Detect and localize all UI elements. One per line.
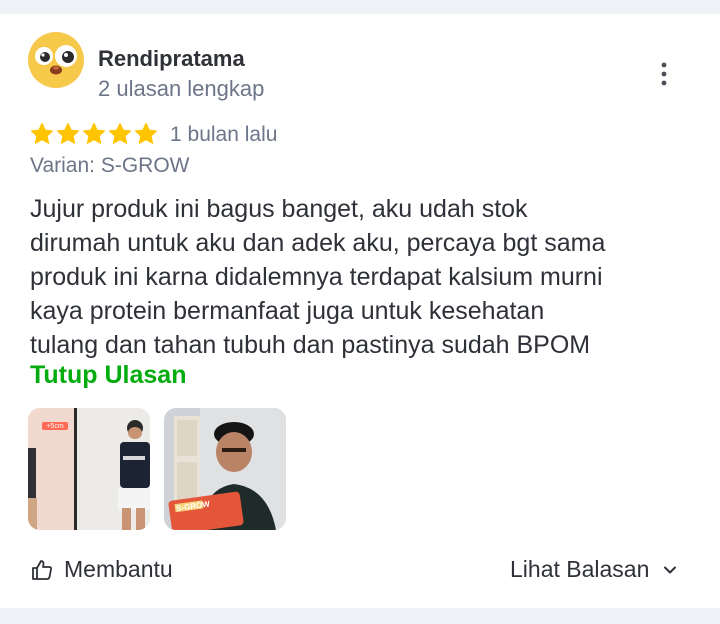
review-text-line: Jujur produk ini bagus banget, aku udah … [30,195,528,223]
review-time: 1 bulan lalu [170,123,278,146]
view-replies-button[interactable]: Lihat Balasan [510,556,679,583]
review-text-line: tulang dan tahan tubuh dan pastinya suda… [30,331,591,359]
star-icon [57,123,79,144]
star-icon [83,123,105,144]
top-separator [0,0,720,14]
review-text: Jujur produk ini bagus banget, aku udah … [30,192,710,362]
product-variant: Varian: S-GROW [30,154,190,177]
review-text-line: dirumah untuk aku dan adek aku, percaya … [30,229,606,257]
photo-caption: +5cm [46,423,63,430]
reviewer-review-count: 2 ulasan lengkap [98,76,265,101]
review-text-line: produk ini karna didalemnya terdapat kal… [30,263,603,291]
helpful-button[interactable]: Membantu [30,556,173,583]
review-photo-image: +5cm [28,408,150,530]
reviewer-name[interactable]: Rendipratama [98,46,245,72]
rating-stars [30,122,160,146]
thumbs-up-icon [32,559,52,580]
review-photo-1[interactable]: +5cm [28,408,150,530]
view-replies-label: Lihat Balasan [510,556,650,582]
star-icon [109,123,131,144]
avatar-face-icon [28,32,84,88]
helpful-label: Membantu [64,556,173,582]
review-text-line: kaya protein bermanfaat juga untuk keseh… [30,297,545,325]
review-photo-image: S-GROW [164,408,286,530]
more-options-button[interactable] [648,58,680,90]
more-vertical-icon [661,62,667,86]
bottom-separator [0,608,720,624]
star-icon [31,123,53,144]
chevron-down-icon [664,566,677,573]
avatar[interactable] [28,32,84,88]
star-icon [135,123,157,144]
review-photo-2[interactable]: S-GROW [164,408,286,530]
collapse-review-link[interactable]: Tutup Ulasan [30,361,186,390]
